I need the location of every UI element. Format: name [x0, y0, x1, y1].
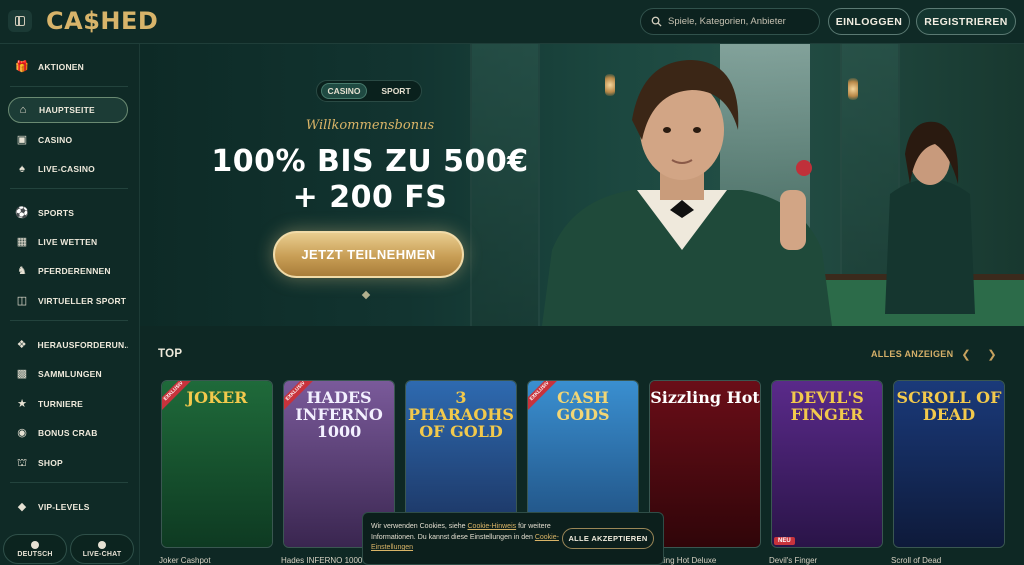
ball-icon: ⚽: [15, 207, 29, 219]
sidebar-item-label: CASINO: [38, 135, 73, 145]
game-card[interactable]: DEVIL'S FINGER NEU: [771, 380, 883, 548]
tab-sport[interactable]: SPORT: [373, 83, 419, 99]
sparkle-icon: [361, 290, 371, 300]
sidebar-item-label: LIVE WETTEN: [38, 237, 98, 247]
live-icon: ▦: [16, 236, 28, 248]
sidebar-item-herausforderungen[interactable]: ❖ HERAUSFORDERUN...: [8, 332, 128, 358]
sidebar-item-label: SPORTS: [38, 208, 75, 218]
game-art-title: DEVIL'S FINGER: [790, 388, 864, 424]
home-icon: ⌂: [19, 104, 27, 116]
arrow-right-icon[interactable]: ❯: [984, 346, 1000, 362]
brand-logo[interactable]: CA$HED: [46, 7, 158, 35]
bonus-headline: 100% BIS ZU 500€: [211, 144, 529, 179]
register-button[interactable]: REGISTRIEREN: [916, 8, 1016, 35]
hero-man-illustration: [542, 60, 832, 326]
sidebar-item-label: HAUPTSEITE: [39, 105, 95, 115]
cookie-banner: Wir verwenden Cookies, siehe Cookie-Hinw…: [362, 512, 664, 565]
sidebar-item-label: HERAUSFORDERUN...: [37, 340, 128, 350]
sidebar-item-label: VIP-LEVELS: [38, 502, 90, 512]
show-all-link[interactable]: ALLES ANZEIGEN: [871, 349, 953, 359]
sidebar-divider: [10, 320, 128, 321]
badge-icon: ❖: [16, 339, 27, 351]
chat-icon: [98, 540, 106, 549]
join-now-button[interactable]: JETZT TEILNEHMEN: [273, 231, 464, 278]
login-button[interactable]: EINLOGGEN: [828, 8, 910, 35]
collection-icon: ▩: [16, 368, 28, 380]
cookie-text-part: Wir verwenden Cookies, siehe: [371, 523, 468, 530]
sidebar-toggle-icon: [15, 16, 25, 26]
sidebar-divider: [10, 188, 128, 189]
sidebar: 🎁 AKTIONEN ⌂ HAUPTSEITE ▣ CASINO ♠ LIVE-…: [0, 44, 140, 565]
sidebar-item-shop[interactable]: ⛫ SHOP: [8, 450, 128, 476]
sidebar-item-label: PFERDERENNEN: [38, 266, 111, 276]
sidebar-item-vip-levels[interactable]: ◆ VIP-LEVELS: [8, 494, 128, 520]
sidebar-item-pferderennen[interactable]: ♞ PFERDERENNEN: [8, 258, 128, 284]
search-placeholder: Spiele, Kategorien, Anbieter: [668, 16, 786, 27]
diamond-icon: ◆: [17, 501, 27, 513]
welcome-bonus-label: Willkommensbonus: [305, 118, 435, 133]
sidebar-item-casino[interactable]: ▣ CASINO: [8, 127, 128, 153]
sidebar-item-live-casino[interactable]: ♠ LIVE-CASINO: [8, 156, 128, 182]
cookie-text: Wir verwenden Cookies, siehe Cookie-Hinw…: [371, 522, 561, 554]
language-label: DEUTSCH: [17, 550, 53, 558]
game-card[interactable]: Sizzling Hot: [649, 380, 761, 548]
crab-icon: ◉: [17, 427, 27, 439]
game-art-title: HADES INFERNO 1000: [295, 388, 383, 441]
game-art-title: SCROLL OF DEAD: [896, 388, 1002, 424]
monitor-icon: ◫: [16, 295, 28, 307]
game-art-title: Sizzling Hot: [650, 388, 760, 407]
search-input[interactable]: Spiele, Kategorien, Anbieter: [640, 8, 820, 35]
welcome-bonus-banner[interactable]: CASINO SPORT Willkommensbonus 100% BIS Z…: [140, 44, 1024, 326]
sidebar-item-label: VIRTUELLER SPORT: [38, 296, 127, 306]
game-name[interactable]: Joker Cashpot: [159, 556, 211, 565]
accept-all-cookies-button[interactable]: ALLE AKZEPTIEREN: [562, 528, 654, 549]
game-name[interactable]: Hades INFERNO 1000: [281, 556, 362, 565]
language-button[interactable]: DEUTSCH: [3, 534, 67, 564]
sidebar-divider: [10, 482, 128, 483]
bonus-subheadline: + 200 FS: [292, 180, 448, 215]
gift-icon: 🎁: [15, 61, 29, 73]
sidebar-item-label: SAMMLUNGEN: [38, 369, 102, 379]
sidebar-item-sammlungen[interactable]: ▩ SAMMLUNGEN: [8, 361, 128, 387]
game-card[interactable]: SCROLL OF DEAD: [893, 380, 1005, 548]
sidebar-item-sports[interactable]: ⚽ SPORTS: [8, 200, 128, 226]
live-chat-button[interactable]: LIVE-CHAT: [70, 534, 134, 564]
sidebar-item-live-wetten[interactable]: ▦ LIVE WETTEN: [8, 229, 128, 255]
dealer-illustration: [885, 121, 975, 314]
cookie-notice-link[interactable]: Cookie-Hinweis: [468, 523, 517, 530]
horse-icon: ♞: [17, 265, 27, 277]
sidebar-toggle-button[interactable]: [8, 10, 32, 32]
top-header: CA$HED Spiele, Kategorien, Anbieter EINL…: [0, 0, 1024, 44]
globe-icon: [31, 540, 39, 549]
sidebar-item-aktionen[interactable]: 🎁 AKTIONEN: [8, 54, 128, 80]
sidebar-item-label: LIVE-CASINO: [38, 164, 95, 174]
wall-lamp: [848, 78, 858, 100]
tab-casino[interactable]: CASINO: [321, 83, 367, 99]
sidebar-item-virtueller-sport[interactable]: ◫ VIRTUELLER SPORT: [8, 288, 128, 314]
game-name[interactable]: Devil's Finger: [769, 556, 817, 565]
section-title-top: TOP: [158, 348, 183, 360]
sidebar-divider: [10, 86, 128, 87]
sidebar-item-bonus-crab[interactable]: ◉ BONUS CRAB: [8, 420, 128, 446]
casino-sport-tabs: CASINO SPORT: [316, 80, 422, 102]
search-icon: [651, 16, 662, 27]
sidebar-item-label: TURNIERE: [38, 399, 84, 409]
sidebar-item-label: AKTIONEN: [38, 62, 84, 72]
game-art-title: CASH GODS: [556, 388, 610, 424]
trophy-icon: ★: [17, 398, 27, 410]
game-card[interactable]: JOKER EXKLUSIV: [161, 380, 273, 548]
sidebar-item-turniere[interactable]: ★ TURNIERE: [8, 391, 128, 417]
new-badge: NEU: [774, 537, 795, 545]
game-name[interactable]: Scroll of Dead: [891, 556, 941, 565]
cards-icon: ♠: [19, 163, 25, 175]
basket-icon: ⛫: [16, 457, 28, 469]
arrow-left-icon[interactable]: ❮: [958, 346, 974, 362]
game-art-title: 3 PHARAOHS OF GOLD: [408, 388, 514, 441]
live-chat-label: LIVE-CHAT: [82, 550, 122, 558]
sidebar-item-label: BONUS CRAB: [38, 428, 98, 438]
sidebar-item-hauptseite[interactable]: ⌂ HAUPTSEITE: [8, 97, 128, 123]
sidebar-item-label: SHOP: [38, 458, 63, 468]
slot-icon: ▣: [16, 134, 28, 146]
